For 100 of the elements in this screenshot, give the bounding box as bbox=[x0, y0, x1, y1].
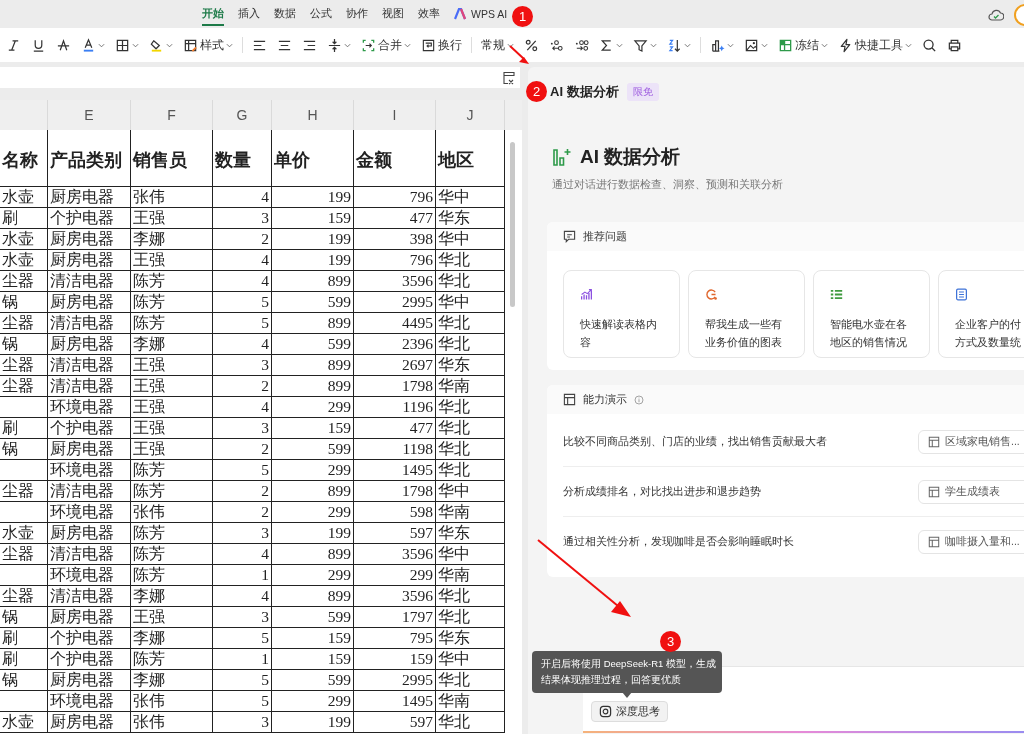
table-cell: 王强 bbox=[131, 397, 213, 417]
table-cell: 3 bbox=[213, 607, 272, 627]
table-cell: 3 bbox=[213, 712, 272, 732]
table-cell: 李娜 bbox=[131, 334, 213, 354]
caret-icon bbox=[905, 41, 912, 49]
table-cell: 159 bbox=[272, 208, 354, 228]
suggestion-card[interactable]: 快速解读表格内 容 bbox=[563, 270, 680, 358]
demo-prompt[interactable]: 通过相关性分析，发现咖啡是否会影响睡眠时长 bbox=[563, 535, 918, 549]
suggestion-card[interactable]: 企业客户的付 方式及数量统 bbox=[938, 270, 1024, 358]
demo-prompt[interactable]: 分析成绩排名，对比找出进步和退步趋势 bbox=[563, 484, 918, 499]
table-cell: 5 bbox=[213, 670, 272, 690]
cloud-sync-icon[interactable] bbox=[988, 8, 1004, 22]
ribbon-tab[interactable]: 协作 bbox=[339, 0, 375, 28]
table-cell: 王强 bbox=[131, 418, 213, 438]
ribbon-tab[interactable]: 公式 bbox=[303, 0, 339, 28]
suggestion-card[interactable]: 智能电水壶在各 地区的销售情况 bbox=[813, 270, 930, 358]
table-cell: 华中 bbox=[436, 481, 505, 501]
table-cell: 199 bbox=[272, 712, 354, 732]
caret-icon bbox=[98, 41, 105, 49]
sort-icon bbox=[667, 37, 682, 53]
table-cell: 199 bbox=[272, 250, 354, 270]
merge-button[interactable]: 合并 bbox=[357, 33, 415, 57]
table-cell: 刷 bbox=[0, 418, 48, 438]
print-icon bbox=[947, 37, 962, 53]
table-cell: 陈芳 bbox=[131, 460, 213, 480]
freeze-icon bbox=[778, 37, 793, 53]
table-cell: 清洁电器 bbox=[48, 271, 131, 291]
table-cell: 张伟 bbox=[131, 712, 213, 732]
table-cell: 华东 bbox=[436, 523, 505, 543]
number-format-dropdown[interactable]: 常规 bbox=[477, 33, 518, 57]
table-cell: 3596 bbox=[354, 271, 436, 291]
header-cell: 地区 bbox=[436, 130, 505, 186]
table-cell: 299 bbox=[272, 460, 354, 480]
strikethrough-icon bbox=[56, 37, 71, 53]
table-cell: 899 bbox=[272, 313, 354, 333]
ribbon-tab[interactable]: 开始 bbox=[195, 0, 231, 28]
deep-think-button[interactable]: 深度思考 bbox=[591, 701, 668, 722]
table-cell: 1198 bbox=[354, 439, 436, 459]
table-cell: 张伟 bbox=[131, 502, 213, 522]
table-chip[interactable]: 咖啡摄入量和... bbox=[918, 530, 1024, 554]
caret-icon bbox=[404, 41, 411, 49]
formula-icon[interactable] bbox=[502, 70, 516, 85]
ribbon-tab[interactable]: WPS AI bbox=[447, 0, 509, 28]
table-cell: 个护电器 bbox=[48, 418, 131, 438]
table-cell: 1797 bbox=[354, 607, 436, 627]
table-cell: 1196 bbox=[354, 397, 436, 417]
search-icon bbox=[922, 37, 937, 53]
table-cell: 1495 bbox=[354, 691, 436, 711]
suggestion-text: 智能电水壶在各 地区的销售情况 bbox=[830, 317, 908, 350]
ribbon-tab[interactable]: 效率 bbox=[411, 0, 447, 28]
table-cell: 个护电器 bbox=[48, 628, 131, 648]
table-cell: 厨房电器 bbox=[48, 607, 131, 627]
table-cell: 1798 bbox=[354, 376, 436, 396]
table-cell: 华东 bbox=[436, 355, 505, 375]
table-cell: 2 bbox=[213, 229, 272, 249]
table-icon bbox=[928, 435, 940, 448]
tooltip-pointer bbox=[622, 692, 632, 698]
header-cell: 销售员 bbox=[131, 130, 213, 186]
table-cell: 796 bbox=[354, 250, 436, 270]
wrap-icon bbox=[421, 37, 436, 53]
table-cell: 1798 bbox=[354, 481, 436, 501]
table-chip[interactable]: 区域家电销售... bbox=[918, 429, 1024, 454]
table-cell: 陈芳 bbox=[131, 523, 213, 543]
table-cell: 锅 bbox=[0, 334, 48, 354]
table-cell: 刷 bbox=[0, 628, 48, 648]
table-cell: 王强 bbox=[131, 250, 213, 270]
table-cell: 华北 bbox=[436, 607, 505, 627]
table-cell: 李娜 bbox=[131, 670, 213, 690]
ribbon-tab[interactable]: 视图 bbox=[375, 0, 411, 28]
header-cell: 产品类别 bbox=[48, 130, 131, 186]
caret-icon bbox=[650, 41, 657, 49]
table-cell: 陈芳 bbox=[131, 313, 213, 333]
demo-prompt[interactable]: 比较不同商品类别、门店的业绩，找出销售贡献最大者 bbox=[563, 434, 918, 449]
table-cell: 199 bbox=[272, 229, 354, 249]
table-cell: 899 bbox=[272, 544, 354, 564]
table-cell: 398 bbox=[354, 229, 436, 249]
freeze-button[interactable]: 冻结 bbox=[774, 33, 832, 57]
table-cell: 3 bbox=[213, 208, 272, 228]
table-cell: 795 bbox=[354, 628, 436, 648]
table-cell: 王强 bbox=[131, 439, 213, 459]
table-cell: 清洁电器 bbox=[48, 544, 131, 564]
ribbon-tab[interactable]: 数据 bbox=[267, 0, 303, 28]
quick-tools-button[interactable]: 快捷工具 bbox=[834, 33, 916, 57]
wrap-button[interactable]: 换行 bbox=[417, 33, 466, 57]
increase-decimal-icon bbox=[549, 37, 564, 53]
data-analysis-icon bbox=[552, 147, 572, 167]
table-cell: 清洁电器 bbox=[48, 313, 131, 333]
table-cell: 张伟 bbox=[131, 187, 213, 207]
table-chip[interactable]: 学生成绩表 bbox=[918, 479, 1024, 504]
suggestion-card[interactable]: 帮我生成一些有 业务价值的图表 bbox=[688, 270, 805, 358]
table-cell: 华北 bbox=[436, 439, 505, 459]
table-cell: 厨房电器 bbox=[48, 334, 131, 354]
table-cell: 599 bbox=[272, 439, 354, 459]
caret-icon bbox=[344, 41, 351, 49]
style-button[interactable]: 样式 bbox=[179, 33, 237, 57]
table-cell: 华北 bbox=[436, 418, 505, 438]
table-cell: 锅 bbox=[0, 292, 48, 312]
table-cell: 299 bbox=[354, 565, 436, 585]
ribbon-tab[interactable]: 插入 bbox=[231, 0, 267, 28]
table-cell: 尘器 bbox=[0, 271, 48, 291]
